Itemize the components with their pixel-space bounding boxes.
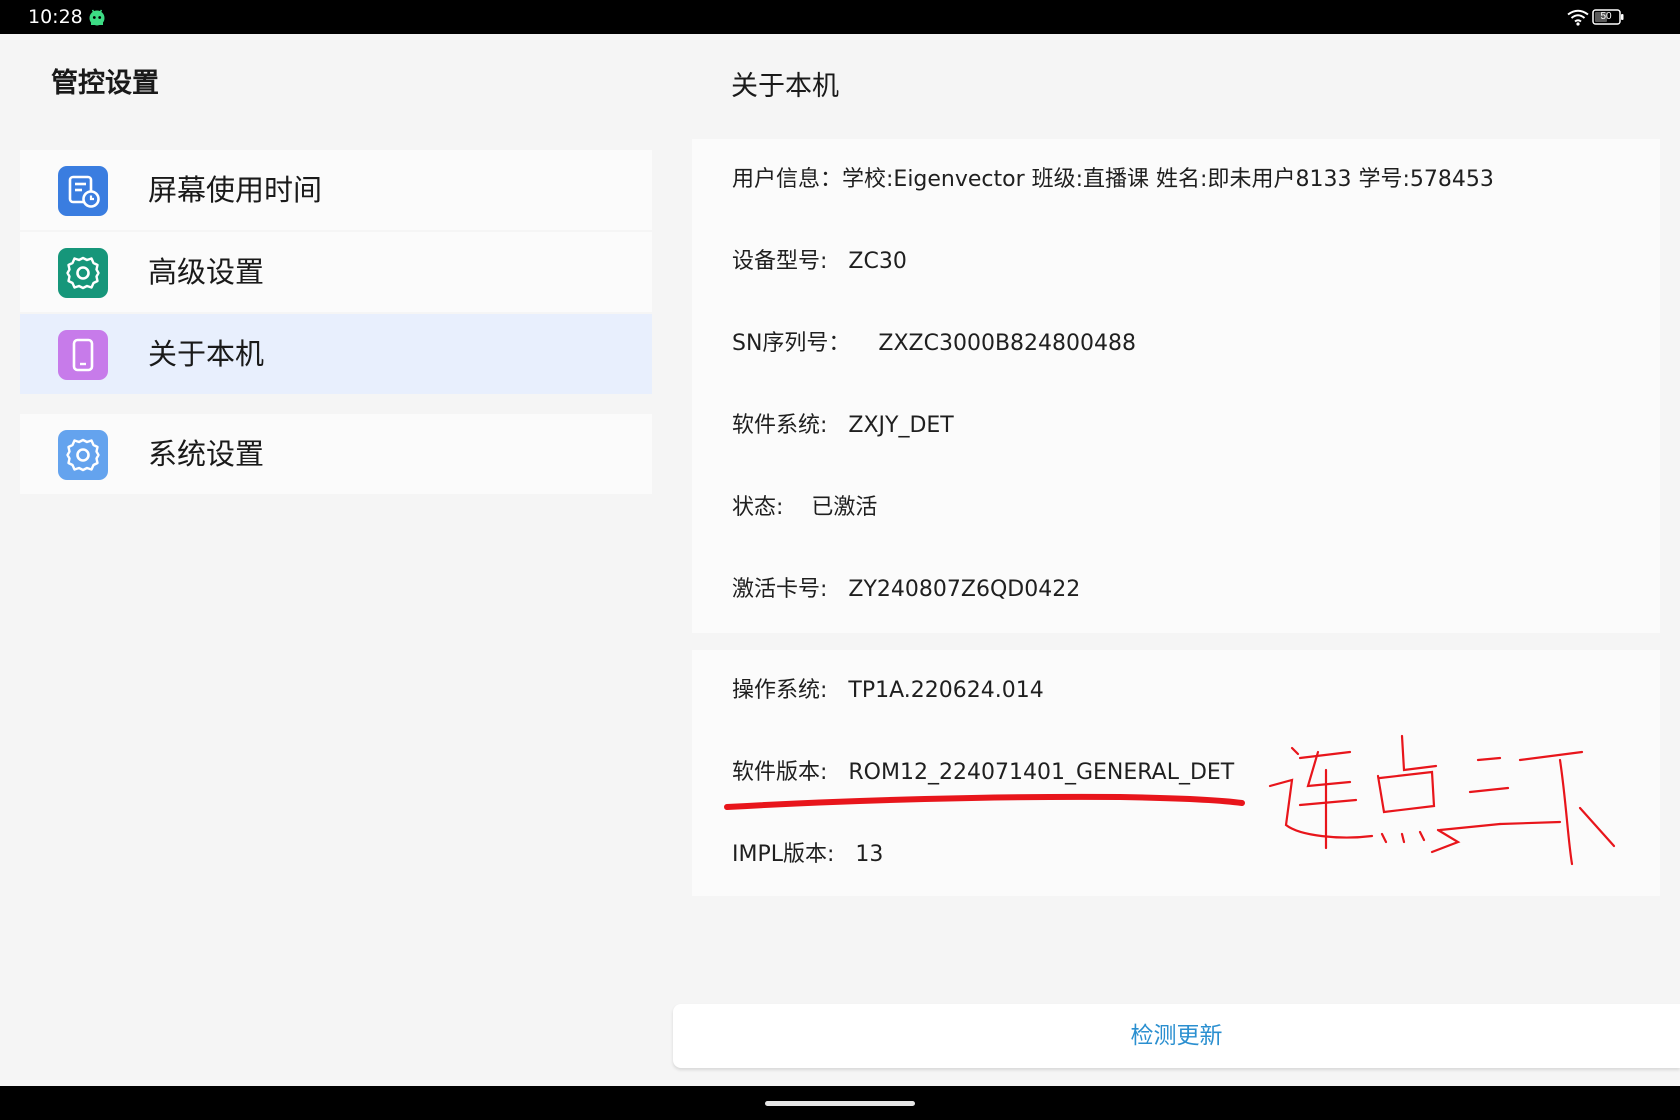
settings-icon xyxy=(58,430,108,480)
sidebar-item-system-settings[interactable]: 系统设置 xyxy=(20,414,652,494)
status-bar: 10:28 50 xyxy=(0,0,1680,34)
info-row-software-system: 软件系统: ZXJY_DET xyxy=(692,385,1660,467)
device-info-card: 用户信息：学校:Eigenvector 班级:直播课 姓名:即未用户8133 学… xyxy=(692,139,1660,633)
battery-icon: 50 xyxy=(1592,9,1624,25)
info-row-software-version[interactable]: 软件版本: ROM12_224071401_GENERAL_DET xyxy=(692,732,1660,814)
info-row-text: 软件系统: ZXJY_DET xyxy=(732,413,954,438)
gear-icon xyxy=(58,248,108,298)
check-update-label: 检测更新 xyxy=(1130,1023,1223,1049)
android-robot-icon xyxy=(87,7,107,27)
phone-icon xyxy=(58,330,108,380)
info-row-text: SN序列号： ZXZC3000B824800488 xyxy=(732,331,1137,356)
screen-time-icon xyxy=(58,166,108,216)
sidebar-item-label: 关于本机 xyxy=(148,337,265,371)
wifi-icon xyxy=(1567,9,1589,26)
info-row-text: IMPL版本: 13 xyxy=(732,842,884,867)
battery-level: 50 xyxy=(1600,11,1612,22)
info-row-impl-version[interactable]: IMPL版本: 13 xyxy=(692,814,1660,896)
page-title: 关于本机 xyxy=(731,71,839,102)
info-row-text: 激活卡号: ZY240807Z6QD0422 xyxy=(732,577,1081,602)
navigation-bar xyxy=(0,1086,1680,1120)
info-row-status: 状态: 已激活 xyxy=(692,467,1660,549)
sidebar-item-label: 高级设置 xyxy=(148,255,265,289)
info-row-text: 状态: 已激活 xyxy=(732,495,878,520)
home-indicator[interactable] xyxy=(765,1101,915,1106)
sidebar-item-label: 系统设置 xyxy=(148,437,265,471)
info-row-serial: SN序列号： ZXZC3000B824800488 xyxy=(692,303,1660,385)
sidebar-item-screen-time[interactable]: 屏幕使用时间 xyxy=(20,150,652,230)
info-row-text: 软件版本: ROM12_224071401_GENERAL_DET xyxy=(732,760,1235,785)
info-row-user: 用户信息：学校:Eigenvector 班级:直播课 姓名:即未用户8133 学… xyxy=(692,139,1660,221)
info-row-os[interactable]: 操作系统: TP1A.220624.014 xyxy=(692,650,1660,732)
check-update-button[interactable]: 检测更新 xyxy=(673,1004,1680,1068)
info-row-model: 设备型号: ZC30 xyxy=(692,221,1660,303)
info-row-text: 设备型号: ZC30 xyxy=(732,249,907,274)
status-time: 10:28 xyxy=(28,6,83,28)
info-row-text: 用户信息：学校:Eigenvector 班级:直播课 姓名:即未用户8133 学… xyxy=(732,167,1494,192)
system-info-card: 操作系统: TP1A.220624.014 软件版本: ROM12_224071… xyxy=(692,650,1660,896)
sidebar-item-about-device[interactable]: 关于本机 xyxy=(20,314,652,394)
sidebar-item-advanced-settings[interactable]: 高级设置 xyxy=(20,232,652,312)
sidebar-item-label: 屏幕使用时间 xyxy=(148,173,323,207)
info-row-text: 操作系统: TP1A.220624.014 xyxy=(732,678,1044,703)
sidebar-title: 管控设置 xyxy=(51,68,159,99)
info-row-activation-card: 激活卡号: ZY240807Z6QD0422 xyxy=(692,549,1660,631)
